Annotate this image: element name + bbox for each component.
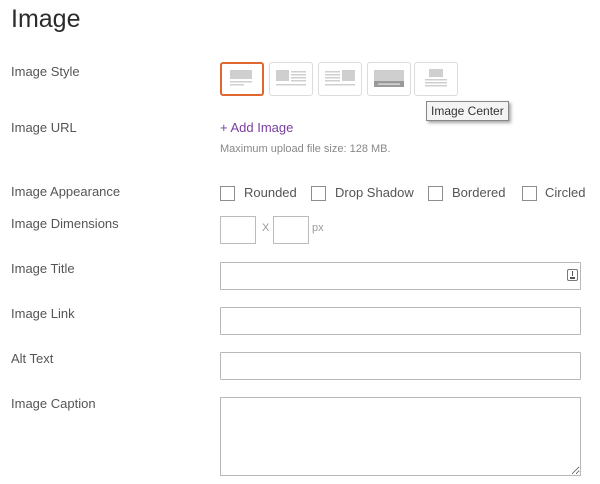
circled-checkbox[interactable] xyxy=(522,186,537,201)
image-title-input[interactable] xyxy=(220,262,581,290)
image-left-icon xyxy=(230,70,252,86)
drop-shadow-label[interactable]: Drop Shadow xyxy=(335,185,414,200)
upload-size-hint: Maximum upload file size: 128 MB. xyxy=(220,143,391,155)
image-left-text-icon xyxy=(276,70,306,86)
image-dimensions-label: Image Dimensions xyxy=(11,216,119,231)
image-style-option-3[interactable] xyxy=(318,62,362,96)
alt-text-label: Alt Text xyxy=(11,351,54,366)
image-right-text-icon xyxy=(325,70,355,86)
page-title: Image xyxy=(11,5,81,33)
image-caption-label: Image Caption xyxy=(11,396,96,411)
image-appearance-label: Image Appearance xyxy=(11,184,121,199)
image-title-label: Image Title xyxy=(11,261,75,276)
image-wide-icon xyxy=(374,70,404,87)
rounded-checkbox[interactable] xyxy=(220,186,235,201)
image-style-label: Image Style xyxy=(11,64,80,79)
add-image-link[interactable]: + Add Image xyxy=(220,120,293,135)
dimension-separator: X xyxy=(262,222,270,234)
field-options-icon[interactable] xyxy=(567,269,578,281)
circled-label[interactable]: Circled xyxy=(545,185,585,200)
dimension-unit: px xyxy=(312,222,324,234)
drop-shadow-checkbox[interactable] xyxy=(311,186,326,201)
dimension-width-input[interactable] xyxy=(220,216,256,244)
image-center-icon xyxy=(425,69,447,87)
image-style-option-5[interactable] xyxy=(414,62,458,96)
image-caption-textarea[interactable] xyxy=(220,397,581,476)
image-style-option-4[interactable] xyxy=(367,62,411,96)
rounded-label[interactable]: Rounded xyxy=(244,185,297,200)
alt-text-input[interactable] xyxy=(220,352,581,380)
image-style-option-2[interactable] xyxy=(269,62,313,96)
image-style-tooltip: Image Center xyxy=(426,101,509,121)
image-style-option-1[interactable] xyxy=(220,62,264,96)
bordered-checkbox[interactable] xyxy=(428,186,443,201)
image-url-label: Image URL xyxy=(11,120,77,135)
bordered-label[interactable]: Bordered xyxy=(452,185,505,200)
dimension-height-input[interactable] xyxy=(273,216,309,244)
image-link-label: Image Link xyxy=(11,306,75,321)
image-link-input[interactable] xyxy=(220,307,581,335)
